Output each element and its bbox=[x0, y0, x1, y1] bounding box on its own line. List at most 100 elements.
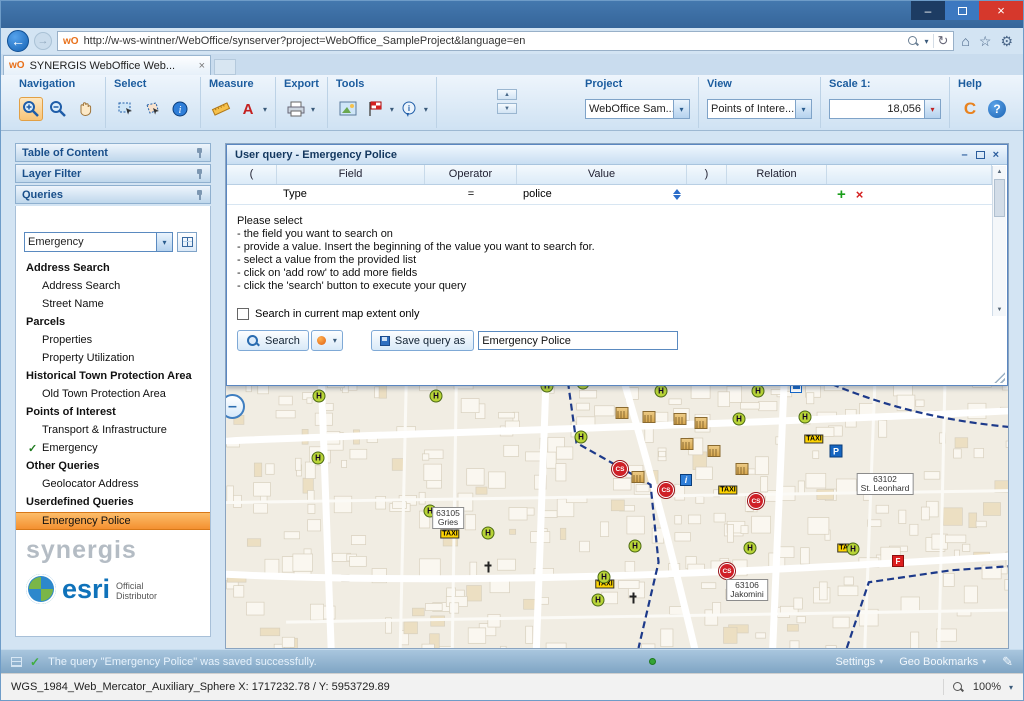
project-dropdown[interactable]: WebOffice Sam... ▾ bbox=[585, 99, 690, 119]
info-dropdown-caret-icon[interactable]: ▾ bbox=[424, 105, 428, 114]
map-marker-hydrant[interactable]: H bbox=[799, 411, 812, 424]
identify-info-tool-icon[interactable]: i bbox=[168, 97, 192, 121]
extent-checkbox[interactable] bbox=[237, 308, 249, 320]
map-marker-hydrant[interactable]: H bbox=[733, 413, 746, 426]
favorites-icon[interactable]: ☆ bbox=[979, 33, 992, 50]
measure-dropdown-caret-icon[interactable]: ▾ bbox=[263, 105, 267, 114]
map-marker-church[interactable] bbox=[628, 593, 639, 604]
map-marker-parking[interactable]: P bbox=[830, 445, 843, 458]
dialog-minimize-icon[interactable]: – bbox=[961, 149, 967, 161]
delete-row-icon[interactable]: × bbox=[856, 185, 864, 204]
scroll-down-icon[interactable]: ▼ bbox=[997, 304, 1003, 316]
operator-cell[interactable]: = bbox=[425, 185, 517, 204]
map-marker-museum[interactable] bbox=[632, 471, 645, 483]
tree-group[interactable]: Points of Interest bbox=[16, 404, 210, 422]
scale-input-value[interactable]: 18,056 bbox=[829, 99, 924, 119]
map-marker-cs[interactable]: CS bbox=[748, 493, 764, 509]
panel-header-queries[interactable]: Queries bbox=[15, 185, 211, 204]
address-bar[interactable]: wO http://w-ws-wintner/WebOffice/synserv… bbox=[57, 31, 954, 51]
map-marker-hydrant[interactable]: H bbox=[313, 390, 326, 403]
dialog-resize-grip[interactable] bbox=[994, 372, 1005, 383]
new-tab-button[interactable] bbox=[214, 59, 236, 75]
map-marker-hydrant[interactable]: H bbox=[430, 390, 443, 403]
home-icon[interactable]: ⌂ bbox=[961, 33, 969, 50]
map-marker-hydrant[interactable]: H bbox=[482, 527, 495, 540]
pin-icon[interactable] bbox=[194, 189, 204, 201]
tree-item[interactable]: Address Search bbox=[16, 278, 210, 296]
tree-item[interactable]: Property Utilization bbox=[16, 350, 210, 368]
window-maximize-button[interactable] bbox=[945, 1, 979, 20]
map-marker-hydrant[interactable]: H bbox=[592, 594, 605, 607]
query-category-dropdown[interactable]: Emergency ▾ bbox=[24, 232, 173, 252]
view-dropdown-caret-icon[interactable]: ▾ bbox=[795, 99, 812, 119]
tree-item[interactable]: Emergency Police bbox=[16, 512, 210, 530]
info-balloon-tool-icon[interactable]: i bbox=[397, 97, 421, 121]
value-text[interactable]: police bbox=[523, 185, 673, 204]
map-marker-info[interactable]: i bbox=[680, 474, 692, 486]
zoom-in-tool-icon[interactable] bbox=[19, 97, 43, 121]
field-cell[interactable]: Type bbox=[277, 185, 425, 204]
search-options-button[interactable]: ▾ bbox=[311, 330, 343, 351]
add-row-icon[interactable]: + bbox=[837, 185, 846, 204]
map-marker-hydrant[interactable]: H bbox=[312, 452, 325, 465]
scale-dropdown-caret-icon[interactable]: ▾ bbox=[924, 99, 941, 119]
map-marker-museum[interactable] bbox=[616, 407, 629, 419]
tree-item[interactable]: Street Name bbox=[16, 296, 210, 314]
map-marker-fire[interactable]: F bbox=[892, 555, 904, 567]
redlining-dropdown-caret-icon[interactable]: ▾ bbox=[390, 105, 394, 114]
map-marker-church[interactable] bbox=[483, 562, 494, 573]
close-paren-cell[interactable] bbox=[687, 185, 727, 204]
print-tool-icon[interactable] bbox=[284, 97, 308, 121]
panel-header-layer-filter[interactable]: Layer Filter bbox=[15, 164, 211, 183]
map-marker-hydrant[interactable]: H bbox=[744, 542, 757, 555]
save-query-button[interactable]: Save query as bbox=[371, 330, 474, 351]
value-cell[interactable]: police bbox=[517, 185, 687, 204]
map-marker-hydrant[interactable]: H bbox=[629, 540, 642, 553]
panel-header-table-of-content[interactable]: Table of Content bbox=[15, 143, 211, 162]
tree-group[interactable]: Userdefined Queries bbox=[16, 494, 210, 512]
dialog-scrollbar[interactable]: ▲ ▼ bbox=[992, 166, 1006, 316]
forward-button[interactable]: → bbox=[34, 32, 52, 50]
tree-item[interactable]: Geolocator Address bbox=[16, 476, 210, 494]
value-picklist-icon[interactable] bbox=[673, 189, 681, 200]
relation-cell[interactable] bbox=[727, 185, 827, 204]
map-marker-hydrant[interactable]: H bbox=[598, 571, 611, 584]
settings-gear-icon[interactable]: ⚙ bbox=[1000, 33, 1013, 50]
measure-text-tool-icon[interactable]: A bbox=[236, 97, 260, 121]
map-marker-taxi[interactable]: TAXI bbox=[804, 435, 823, 444]
reload-project-icon[interactable]: C bbox=[958, 97, 982, 121]
measure-distance-tool-icon[interactable] bbox=[209, 97, 233, 121]
pan-tool-icon[interactable] bbox=[73, 97, 97, 121]
map-marker-hydrant[interactable]: H bbox=[752, 385, 765, 398]
map-marker-museum[interactable] bbox=[708, 445, 721, 457]
redlining-flag-tool-icon[interactable] bbox=[363, 97, 387, 121]
browser-zoom-level[interactable]: 100% bbox=[973, 681, 1001, 693]
map-marker-museum[interactable] bbox=[643, 411, 656, 423]
search-icon[interactable] bbox=[907, 35, 920, 48]
tree-group[interactable]: Address Search bbox=[16, 260, 210, 278]
select-polygon-tool-icon[interactable] bbox=[141, 97, 165, 121]
image-tool-icon[interactable] bbox=[336, 97, 360, 121]
zoom-caret-icon[interactable]: ▾ bbox=[1009, 683, 1013, 692]
query-category-caret-icon[interactable]: ▾ bbox=[156, 232, 173, 252]
map-marker-cs[interactable]: CS bbox=[719, 563, 735, 579]
collapse-down-button[interactable]: ▼ bbox=[497, 103, 517, 114]
tree-group[interactable]: Historical Town Protection Area bbox=[16, 368, 210, 386]
select-rectangle-tool-icon[interactable] bbox=[114, 97, 138, 121]
tab-close-icon[interactable]: × bbox=[199, 60, 205, 72]
scale-input-combo[interactable]: 18,056 ▾ bbox=[829, 99, 941, 119]
window-minimize-button[interactable]: – bbox=[911, 1, 945, 20]
tree-item[interactable]: Properties bbox=[16, 332, 210, 350]
back-button[interactable]: ← bbox=[7, 30, 29, 52]
manage-queries-button[interactable] bbox=[177, 232, 197, 252]
map-marker-cs[interactable]: CS bbox=[658, 482, 674, 498]
map-marker-taxi[interactable]: TAXI bbox=[718, 486, 737, 495]
map-marker-hydrant[interactable]: H bbox=[847, 543, 860, 556]
tree-group[interactable]: Other Queries bbox=[16, 458, 210, 476]
scroll-up-icon[interactable]: ▲ bbox=[997, 166, 1003, 178]
tree-item[interactable]: ✓Emergency bbox=[16, 440, 210, 458]
tree-group[interactable]: Parcels bbox=[16, 314, 210, 332]
map-marker-cs[interactable]: CS bbox=[612, 461, 628, 477]
view-dropdown[interactable]: Points of Intere... ▾ bbox=[707, 99, 812, 119]
map-marker-museum[interactable] bbox=[674, 413, 687, 425]
